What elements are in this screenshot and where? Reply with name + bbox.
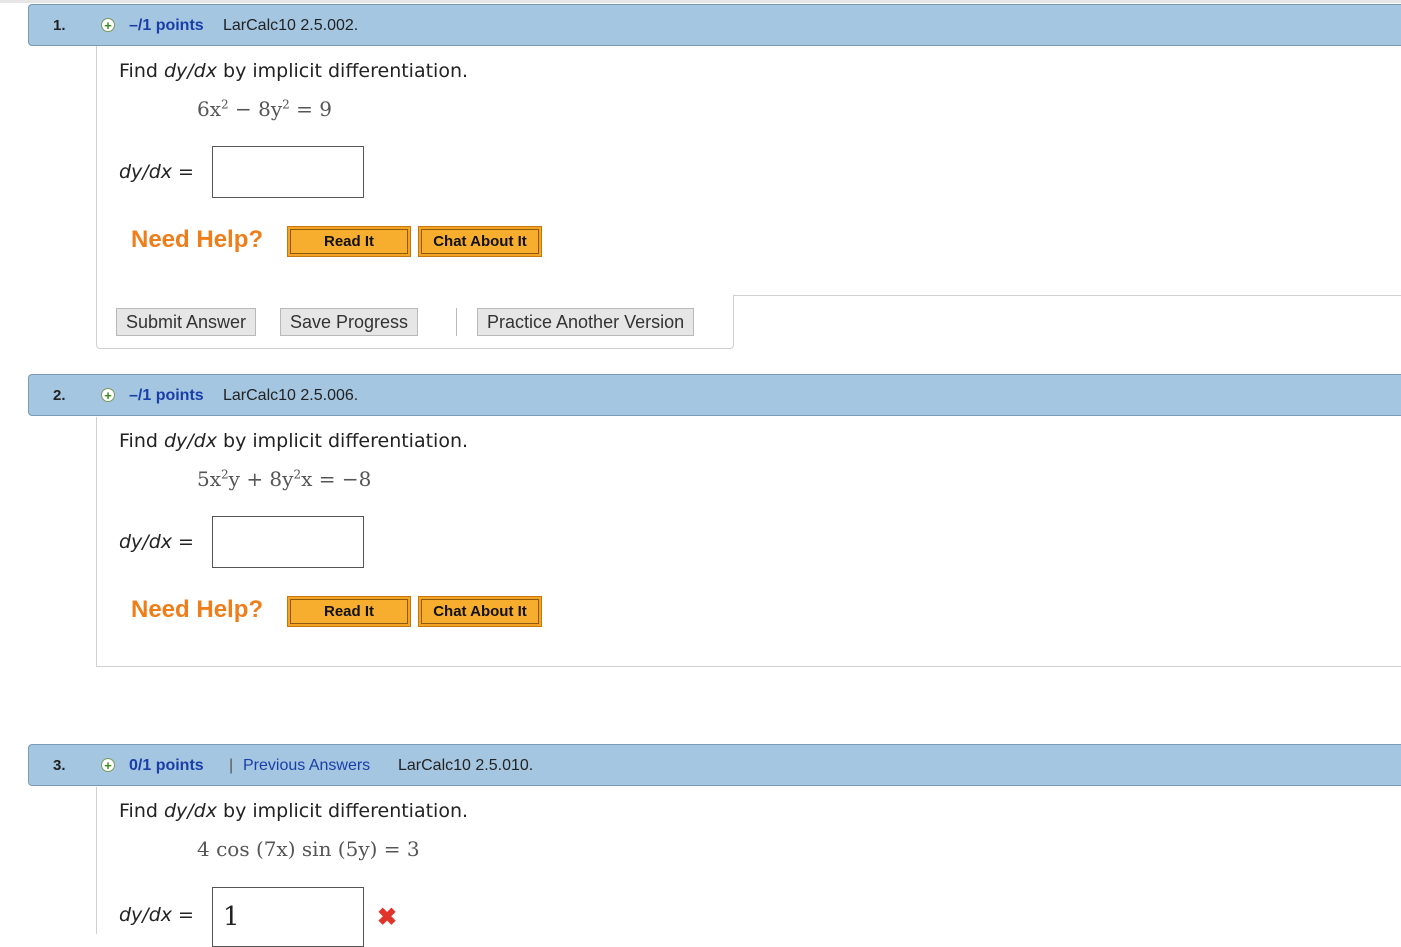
question-id: LarCalc10 2.5.002. [223,17,359,34]
points-link[interactable]: 0/1 points [129,757,204,775]
question-prompt: Find dy/dx by implicit differentiation. [119,800,469,822]
question-equation: 4 cos (7x) sin (5y) = 3 [197,837,420,861]
chat-about-it-button[interactable]: Chat About It [418,596,542,627]
answer-label: dy/dx = [119,531,194,553]
answer-label: dy/dx = [119,161,194,183]
question-id: LarCalc10 2.5.010. [398,757,534,774]
question-2-body: Find dy/dx by implicit differentiation. … [96,417,1401,667]
answer-input[interactable] [212,146,364,198]
question-prompt: Find dy/dx by implicit differentiation. [119,60,469,82]
previous-answers-link[interactable]: Previous Answers [243,757,370,775]
top-divider [0,0,1401,3]
answer-input[interactable]: 1 [212,887,364,947]
submit-answer-button[interactable]: Submit Answer [116,308,257,336]
plus-circle-icon[interactable]: + [101,18,115,32]
question-equation: 6x2 − 8y2 = 9 [197,97,332,121]
question-id: LarCalc10 2.5.006. [223,387,359,404]
question-1-header: 1. + –/1 points LarCalc10 2.5.002. [28,4,1401,46]
header-separator: | [229,757,234,774]
question-1-body: Find dy/dx by implicit differentiation. … [96,46,1401,296]
points-link[interactable]: –/1 points [129,17,204,35]
question-2-header: 2. + –/1 points LarCalc10 2.5.006. [28,374,1401,416]
question-3-header: 3. + 0/1 points | Previous Answers LarCa… [28,744,1401,786]
question-prompt: Find dy/dx by implicit differentiation. [119,430,469,452]
read-it-button[interactable]: Read It [287,226,411,257]
answer-label: dy/dx = [119,904,194,926]
answer-input[interactable] [212,516,364,568]
x-mark-icon: ✖ [377,904,398,931]
points-link[interactable]: –/1 points [129,387,204,405]
plus-circle-icon[interactable]: + [101,388,115,402]
question-3-body: Find dy/dx by implicit differentiation. … [96,787,1401,947]
need-help-label: Need Help? [131,596,264,623]
button-separator [456,308,457,336]
question-equation: 5x2y + 8y2x = −8 [197,467,372,491]
plus-circle-icon[interactable]: + [101,758,115,772]
save-progress-button[interactable]: Save Progress [280,308,419,336]
need-help-label: Need Help? [131,226,264,253]
question-number: 2. [53,387,66,404]
question-number: 3. [53,757,66,774]
answer-actions: Submit Answer Save Progress Practice Ano… [96,295,1401,349]
chat-about-it-button[interactable]: Chat About It [418,226,542,257]
practice-another-version-button[interactable]: Practice Another Version [477,308,695,336]
actions-divider [733,295,1401,296]
question-number: 1. [53,17,66,34]
read-it-button[interactable]: Read It [287,596,411,627]
